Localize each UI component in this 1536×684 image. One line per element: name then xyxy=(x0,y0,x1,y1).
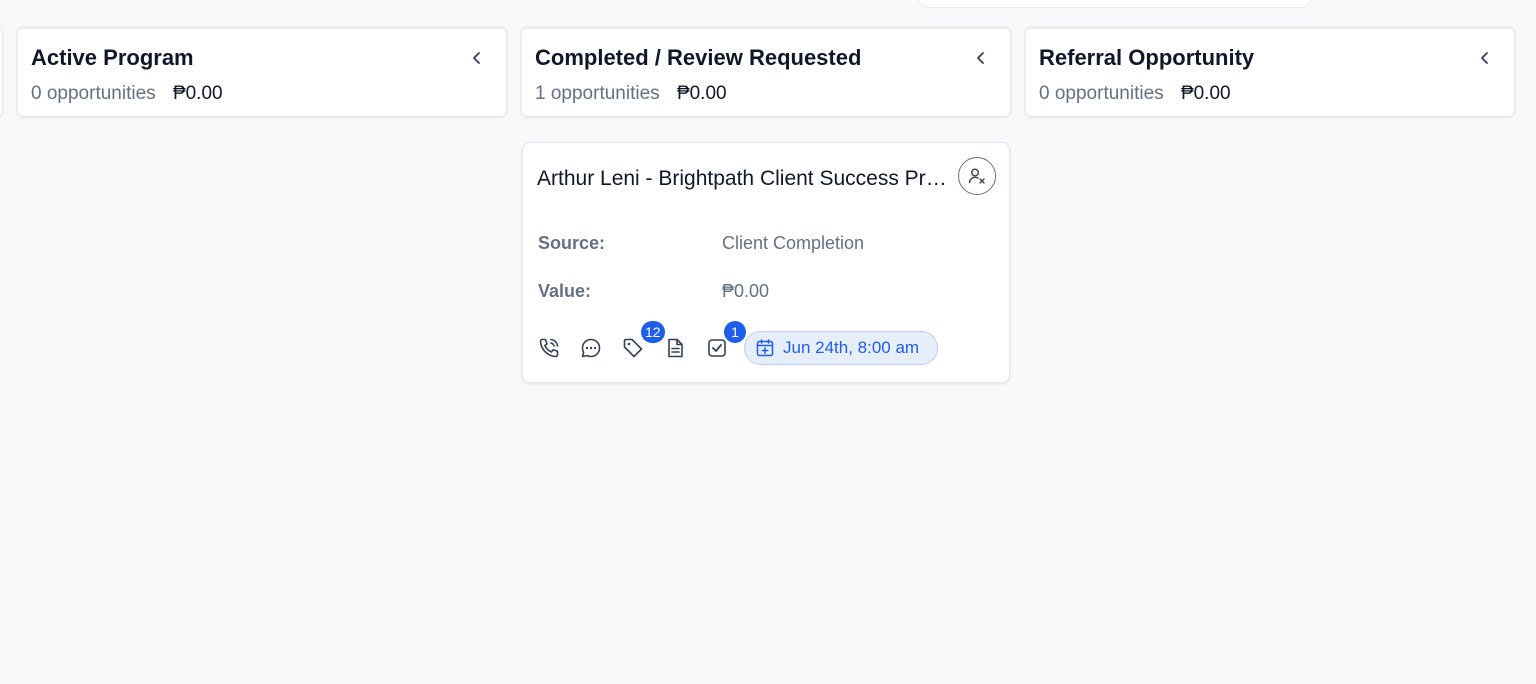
task-icon xyxy=(708,339,726,357)
message-button[interactable] xyxy=(577,334,605,362)
column-opportunity-count: 1 opportunities xyxy=(535,83,660,104)
value-amount: ₱0.00 xyxy=(722,281,770,301)
chevron-left-icon xyxy=(473,52,480,64)
column-total-amount: ₱0.00 xyxy=(1180,83,1231,104)
collapse-column-button[interactable] xyxy=(970,47,992,69)
value-label: Value: xyxy=(538,281,592,301)
notes-button[interactable] xyxy=(661,334,689,362)
column-summary: 0 opportunities ₱0.00 xyxy=(31,83,223,105)
appointment-date-text: Jun 24th, 8:00 am xyxy=(783,338,920,357)
user-x-icon xyxy=(968,168,985,184)
opportunity-card[interactable]: Arthur Leni - Brightpath Client Success … xyxy=(522,142,1010,383)
top-toolbar-fragment xyxy=(918,0,1312,8)
opportunity-title[interactable]: Arthur Leni - Brightpath Client Success … xyxy=(537,167,947,191)
column-title: Referral Opportunity xyxy=(1039,45,1255,70)
note-icon xyxy=(668,338,683,358)
column-total-amount: ₱0.00 xyxy=(676,83,727,104)
collapse-column-button[interactable] xyxy=(1474,47,1496,69)
column-header-completed-review-requested: Completed / Review Requested 1 opportuni… xyxy=(521,26,1011,117)
source-label: Source: xyxy=(538,233,606,253)
column-title: Completed / Review Requested xyxy=(535,45,862,70)
chat-icon xyxy=(581,338,601,358)
phone-icon xyxy=(539,338,559,358)
column-header-referral-opportunity: Referral Opportunity 0 opportunities ₱0.… xyxy=(1025,26,1515,117)
call-button[interactable] xyxy=(535,334,563,362)
tasks-count-badge: 1 xyxy=(724,321,746,343)
column-title: Active Program xyxy=(31,45,194,70)
column-summary: 0 opportunities ₱0.00 xyxy=(1039,83,1231,105)
calendar-plus-icon xyxy=(756,339,774,357)
previous-column-header-edge xyxy=(0,26,3,117)
source-value: Client Completion xyxy=(722,233,865,253)
column-header-active-program: Active Program 0 opportunities ₱0.00 xyxy=(17,26,507,117)
assign-owner-button[interactable] xyxy=(958,157,996,195)
column-summary: 1 opportunities ₱0.00 xyxy=(535,83,727,105)
appointment-date-pill[interactable]: Jun 24th, 8:00 am xyxy=(744,331,938,365)
column-opportunity-count: 0 opportunities xyxy=(1039,83,1164,104)
collapse-column-button[interactable] xyxy=(466,47,488,69)
tag-icon xyxy=(623,338,643,358)
chevron-left-icon xyxy=(977,52,984,64)
column-opportunity-count: 0 opportunities xyxy=(31,83,156,104)
column-total-amount: ₱0.00 xyxy=(172,83,223,104)
chevron-left-icon xyxy=(1481,52,1488,64)
card-action-bar: 12 1 Jun 24th, 8:00 am xyxy=(535,321,1005,367)
